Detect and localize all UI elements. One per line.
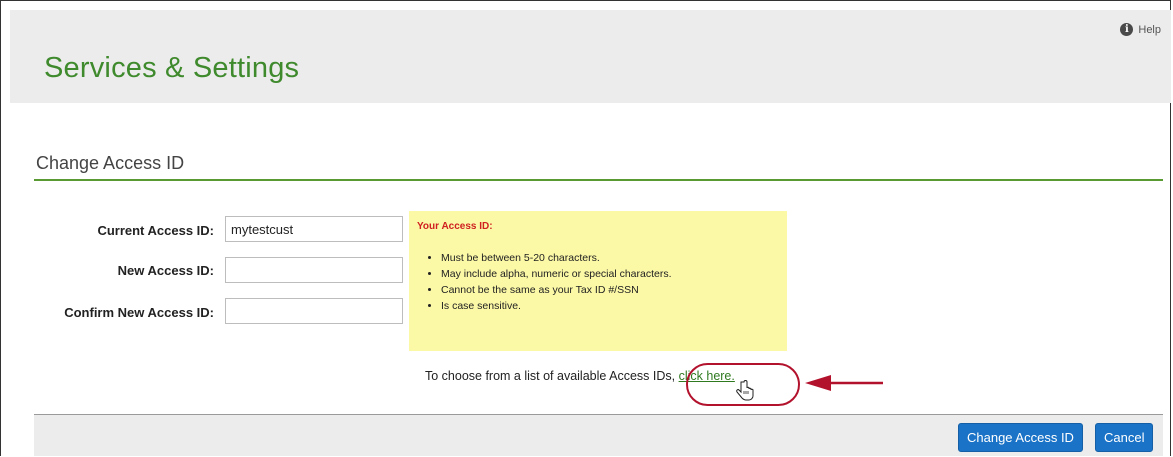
- new-access-id-field[interactable]: [225, 257, 403, 283]
- rule-item: Cannot be the same as your Tax ID #/SSN: [441, 282, 779, 298]
- section-title: Change Access ID: [36, 153, 185, 173]
- rule-item: Is case sensitive.: [441, 298, 779, 314]
- change-access-id-button[interactable]: Change Access ID: [958, 423, 1083, 452]
- page-title: Services & Settings: [44, 52, 300, 84]
- current-access-id-label: Current Access ID:: [97, 223, 214, 238]
- current-access-id-field[interactable]: [225, 216, 403, 242]
- section-divider: [34, 179, 1163, 181]
- info-icon: i: [1120, 23, 1134, 36]
- help-label: Help: [1138, 23, 1161, 36]
- rule-item: May include alpha, numeric or special ch…: [441, 266, 779, 282]
- hand-cursor-icon: [736, 380, 754, 401]
- help-link[interactable]: i Help: [1120, 23, 1161, 36]
- pointer-arrow-icon: [805, 375, 883, 391]
- new-access-id-label: New Access ID:: [117, 263, 214, 278]
- rules-title: Your Access ID:: [417, 221, 493, 232]
- confirm-access-id-field[interactable]: [225, 298, 403, 324]
- rules-list: Must be between 5-20 characters. May inc…: [417, 250, 779, 314]
- access-id-rules-box: Your Access ID: Must be between 5-20 cha…: [409, 211, 787, 351]
- choose-text: To choose from a list of available Acces…: [425, 369, 679, 383]
- cancel-button[interactable]: Cancel: [1095, 423, 1154, 452]
- rule-item: Must be between 5-20 characters.: [441, 250, 779, 266]
- confirm-access-id-label: Confirm New Access ID:: [64, 305, 214, 320]
